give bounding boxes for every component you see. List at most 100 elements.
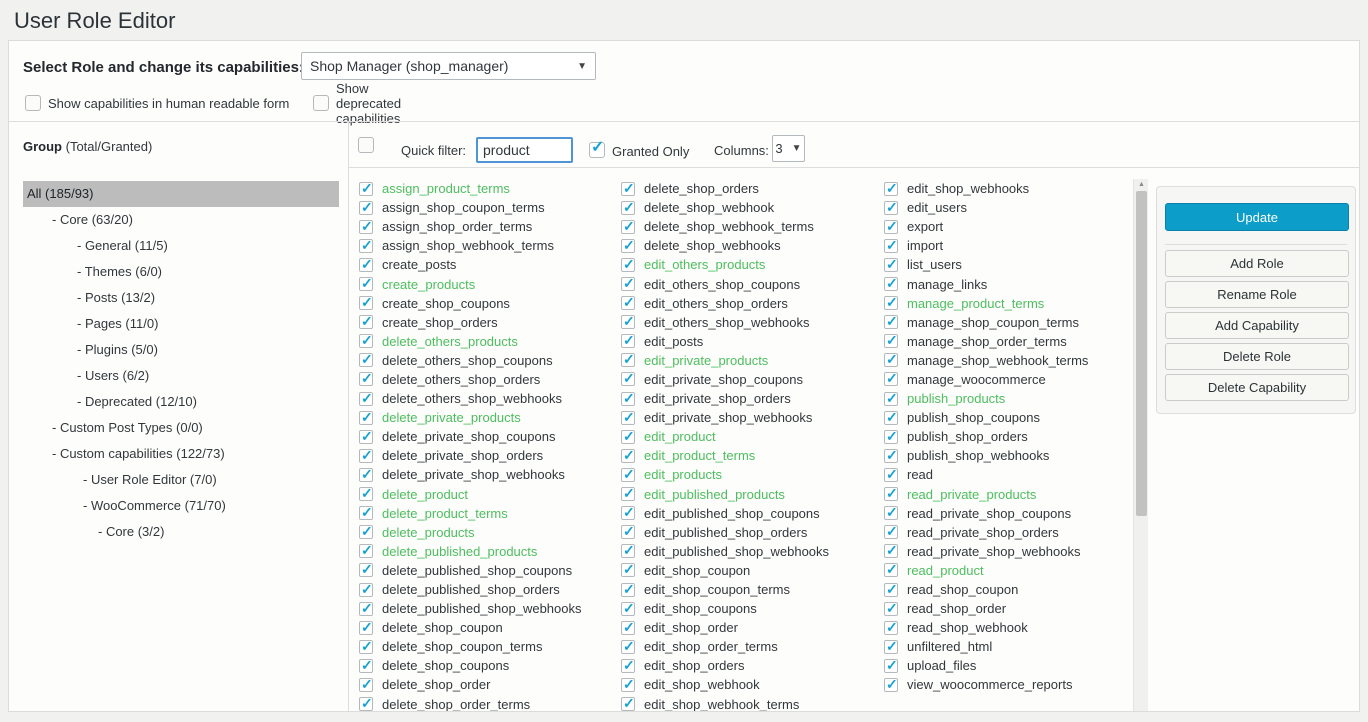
capability-checkbox[interactable]: ✓ [884,525,898,539]
capability-checkbox[interactable]: ✓ [884,258,898,272]
capability-checkbox[interactable]: ✓ [359,411,373,425]
capability-checkbox[interactable]: ✓ [621,201,635,215]
capability-checkbox[interactable]: ✓ [884,563,898,577]
capability-checkbox[interactable]: ✓ [359,430,373,444]
capability-checkbox[interactable]: ✓ [621,258,635,272]
group-tree-item[interactable]: - Posts (13/2) [23,285,339,311]
capability-checkbox[interactable]: ✓ [359,602,373,616]
group-tree-item[interactable]: - Custom capabilities (122/73) [23,441,339,467]
scroll-up-arrow-icon[interactable]: ▲ [1134,179,1149,191]
capability-checkbox[interactable]: ✓ [621,182,635,196]
capability-checkbox[interactable]: ✓ [621,525,635,539]
capability-checkbox[interactable]: ✓ [884,506,898,520]
capability-checkbox[interactable]: ✓ [621,449,635,463]
capability-checkbox[interactable]: ✓ [621,697,635,711]
capability-checkbox[interactable]: ✓ [359,277,373,291]
capability-checkbox[interactable]: ✓ [359,697,373,711]
capability-checkbox[interactable]: ✓ [621,353,635,367]
capability-checkbox[interactable]: ✓ [359,315,373,329]
group-tree-item[interactable]: - General (11/5) [23,233,339,259]
capability-checkbox[interactable]: ✓ [359,182,373,196]
capability-checkbox[interactable]: ✓ [359,583,373,597]
capability-checkbox[interactable]: ✓ [884,640,898,654]
capability-checkbox[interactable]: ✓ [359,353,373,367]
capability-checkbox[interactable]: ✓ [621,334,635,348]
capability-checkbox[interactable]: ✓ [884,392,898,406]
group-tree-item[interactable]: All (185/93) [23,181,339,207]
capability-checkbox[interactable]: ✓ [359,659,373,673]
capability-checkbox[interactable]: ✓ [884,678,898,692]
capability-checkbox[interactable]: ✓ [884,583,898,597]
capability-checkbox[interactable]: ✓ [359,621,373,635]
capability-checkbox[interactable]: ✓ [884,544,898,558]
capability-checkbox[interactable]: ✓ [884,296,898,310]
capability-checkbox[interactable]: ✓ [884,602,898,616]
capability-checkbox[interactable]: ✓ [621,296,635,310]
capability-checkbox[interactable]: ✓ [621,277,635,291]
delete-role-button[interactable]: Delete Role [1165,343,1349,370]
granted-only-checkbox[interactable]: ✓ [589,142,605,158]
capability-checkbox[interactable]: ✓ [359,296,373,310]
delete-capability-button[interactable]: Delete Capability [1165,374,1349,401]
capability-checkbox[interactable]: ✓ [359,640,373,654]
group-tree-item[interactable]: - Themes (6/0) [23,259,339,285]
capability-checkbox[interactable]: ✓ [359,220,373,234]
group-tree-item[interactable]: - Users (6/2) [23,363,339,389]
capability-checkbox[interactable]: ✓ [359,544,373,558]
capability-checkbox[interactable]: ✓ [884,468,898,482]
capability-checkbox[interactable]: ✓ [621,659,635,673]
capability-checkbox[interactable]: ✓ [621,640,635,654]
capability-checkbox[interactable]: ✓ [621,392,635,406]
deprecated-checkbox[interactable]: ✓ [313,95,329,111]
capability-checkbox[interactable]: ✓ [359,468,373,482]
capability-checkbox[interactable]: ✓ [621,563,635,577]
capability-checkbox[interactable]: ✓ [621,602,635,616]
capability-checkbox[interactable]: ✓ [884,621,898,635]
capability-checkbox[interactable]: ✓ [884,201,898,215]
capabilities-scrollbar[interactable]: ▲ [1133,179,1148,711]
capability-checkbox[interactable]: ✓ [621,239,635,253]
capability-checkbox[interactable]: ✓ [884,353,898,367]
capability-checkbox[interactable]: ✓ [359,201,373,215]
group-tree-item[interactable]: - Pages (11/0) [23,311,339,337]
capability-checkbox[interactable]: ✓ [884,411,898,425]
quick-filter-input[interactable] [476,137,573,163]
group-tree-item[interactable]: - WooCommerce (71/70) [23,493,339,519]
capability-checkbox[interactable]: ✓ [621,411,635,425]
capability-checkbox[interactable]: ✓ [359,334,373,348]
capability-checkbox[interactable]: ✓ [621,487,635,501]
group-tree-item[interactable]: - Core (3/2) [23,519,339,545]
group-tree-item[interactable]: - Deprecated (12/10) [23,389,339,415]
capability-checkbox[interactable]: ✓ [621,315,635,329]
select-all-checkbox[interactable]: ✓ [358,137,374,153]
capability-checkbox[interactable]: ✓ [621,372,635,386]
columns-select[interactable]: 3 ▼ [772,135,805,162]
capability-checkbox[interactable]: ✓ [884,315,898,329]
capability-checkbox[interactable]: ✓ [621,621,635,635]
capability-checkbox[interactable]: ✓ [359,392,373,406]
capability-checkbox[interactable]: ✓ [359,449,373,463]
capability-checkbox[interactable]: ✓ [359,563,373,577]
capability-checkbox[interactable]: ✓ [884,449,898,463]
human-readable-checkbox[interactable]: ✓ [25,95,41,111]
capability-checkbox[interactable]: ✓ [359,506,373,520]
capability-checkbox[interactable]: ✓ [621,678,635,692]
group-tree-item[interactable]: - User Role Editor (7/0) [23,467,339,493]
capability-checkbox[interactable]: ✓ [884,220,898,234]
capability-checkbox[interactable]: ✓ [359,258,373,272]
capability-checkbox[interactable]: ✓ [884,659,898,673]
capability-checkbox[interactable]: ✓ [621,583,635,597]
capability-checkbox[interactable]: ✓ [359,678,373,692]
capability-checkbox[interactable]: ✓ [621,506,635,520]
capability-checkbox[interactable]: ✓ [359,372,373,386]
capability-checkbox[interactable]: ✓ [621,220,635,234]
capability-checkbox[interactable]: ✓ [621,468,635,482]
group-tree-item[interactable]: - Core (63/20) [23,207,339,233]
capability-checkbox[interactable]: ✓ [884,487,898,501]
role-select[interactable]: Shop Manager (shop_manager) ▼ [301,52,596,80]
capability-checkbox[interactable]: ✓ [884,372,898,386]
group-tree-item[interactable]: - Plugins (5/0) [23,337,339,363]
capability-checkbox[interactable]: ✓ [621,430,635,444]
capability-checkbox[interactable]: ✓ [884,239,898,253]
add-capability-button[interactable]: Add Capability [1165,312,1349,339]
